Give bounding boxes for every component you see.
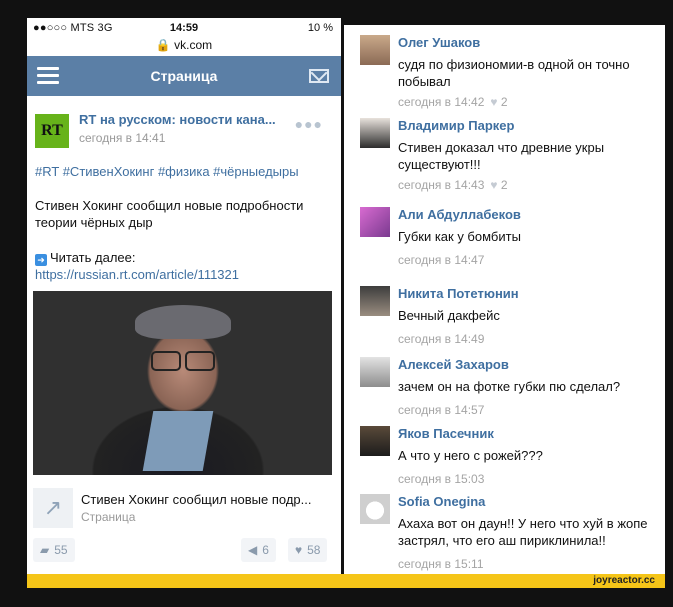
reposts-count: 6 [262,543,269,557]
battery-label: 10 % [307,22,333,34]
avatar[interactable] [360,357,390,387]
comment-likes: 2 [500,95,508,109]
comment-author[interactable]: Алексей Захаров [398,357,509,372]
photo-hair [135,305,231,339]
comment-author[interactable]: Sofia Onegina [398,494,485,509]
shared-title: Стивен Хокинг сообщил новые подр... [81,492,312,507]
heart-icon[interactable]: ♥ [490,95,497,109]
avatar[interactable] [360,494,390,524]
repost-button[interactable]: ◀ 6 [241,538,276,562]
photo-glasses [151,351,217,371]
post-actions: ▰ 55 ◀ 6 ♥ 58 [33,538,333,564]
arrow-right-icon: ➜ [35,254,47,266]
read-more: ➜ Читать далее: https://russian.rt.com/ar… [35,249,333,283]
read-more-label: Читать далее: [50,250,136,265]
comments-count: 55 [54,543,68,557]
post-author[interactable]: RT на русском: новости кана... [79,112,301,127]
like-button[interactable]: ♥ 58 [288,538,328,562]
watermark-text[interactable]: joyreactor.cc [593,575,655,586]
shared-subtitle: Страница [81,510,136,524]
comment-time: сегодня в 14:42 ♥ 2 [398,95,508,109]
status-bar: ●●○○○ MTS 3G 14:59 10 % [27,18,341,38]
clock: 14:59 [169,22,199,34]
comment-time: сегодня в 14:47 [398,253,485,267]
comment-text: Стивен доказал что древние укры существу… [398,140,605,172]
comment-time: сегодня в 14:57 [398,403,485,417]
comment-time: сегодня в 15:11 [398,557,484,571]
comment-time: сегодня в 14:49 [398,332,485,346]
post-photo[interactable] [33,291,332,475]
comment-time: сегодня в 14:43 ♥ 2 [398,178,508,192]
comment-author[interactable]: Владимир Паркер [398,118,514,133]
comments-panel: Олег Ушаков судя по физиономии-в одной о… [344,25,665,574]
address-bar[interactable]: 🔒 vk.com [27,38,341,56]
megaphone-icon: ◀ [248,543,258,557]
comment-author[interactable]: Никита Потетюнин [398,286,519,301]
comment-text: Ахаха вот он даун!! У него что хуй в жоп… [398,516,648,548]
comment-time: сегодня в 15:03 [398,472,485,486]
comment-text: Вечный дакфейс [398,308,500,323]
likes-count: 58 [307,543,321,557]
avatar[interactable] [360,118,390,148]
post-panel: ●●○○○ MTS 3G 14:59 10 % 🔒 vk.com Страниц… [27,18,341,574]
photo-collar [142,411,214,471]
navbar: Страница [27,56,341,96]
article-link[interactable]: https://russian.rt.com/article/111321 [35,267,239,282]
avatar[interactable] [360,426,390,456]
watermark-bar: joyreactor.cc [27,574,665,588]
heart-icon: ♥ [295,543,303,557]
shared-link[interactable]: ↗ Стивен Хокинг сообщил новые подр... Ст… [33,488,333,530]
comment-author[interactable]: Яков Пасечник [398,426,494,441]
comment-text: Губки как у бомбиты [398,229,521,244]
more-icon[interactable]: ●●● [295,116,323,132]
avatar[interactable] [360,207,390,237]
share-arrow-icon: ↗ [33,488,73,528]
comment-text: судя по физиономии-в одной он точно побы… [398,57,630,89]
comments-button[interactable]: ▰ 55 [33,538,75,562]
comment-text: зачем он на фотке губки пю сделал? [398,379,621,394]
comment-text: А что у него с рожей??? [398,448,543,463]
page-title: Страница [150,68,218,84]
mail-icon[interactable] [309,69,329,83]
comment-icon: ▰ [40,543,50,557]
post-time: сегодня в 14:41 [79,131,166,145]
heart-icon[interactable]: ♥ [490,178,497,192]
avatar[interactable] [360,286,390,316]
rt-logo[interactable]: RT [35,114,69,148]
comment-likes: 2 [500,178,508,192]
comment-author[interactable]: Али Абдуллабеков [398,207,521,222]
post-header: RT RT на русском: новости кана... сегодн… [27,108,341,156]
post-text: Стивен Хокинг сообщил новые подробности … [35,198,304,230]
url-text: vk.com [174,38,213,52]
comment-author[interactable]: Олег Ушаков [398,35,480,50]
lock-icon: 🔒 [155,38,171,52]
avatar[interactable] [360,35,390,65]
post-tags[interactable]: #RT #СтивенХокинг #физика #чёрныедыры [35,164,341,179]
